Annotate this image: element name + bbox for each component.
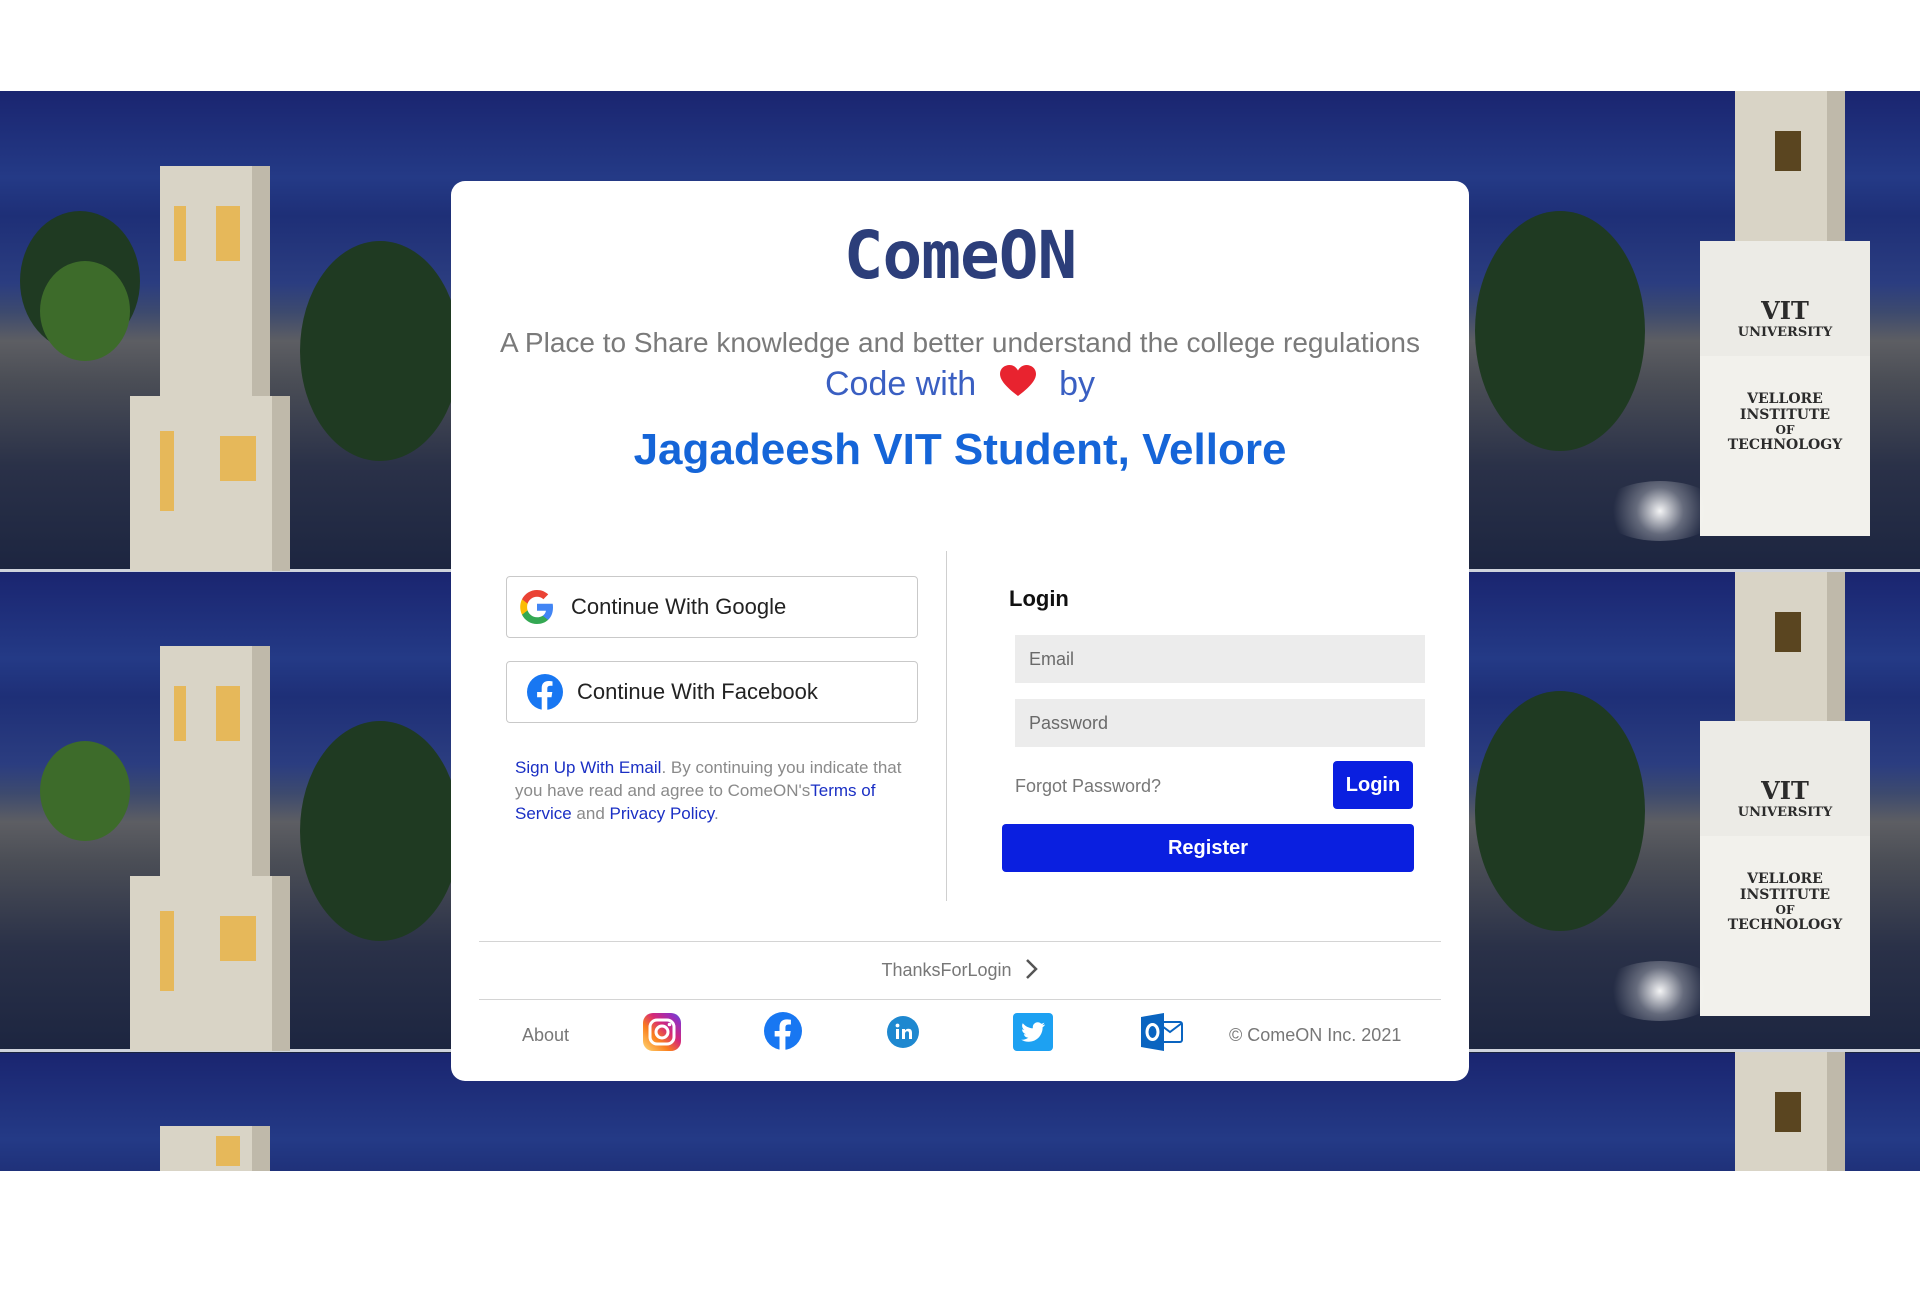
footer-divider: [479, 999, 1441, 1000]
google-login-label: Continue With Google: [571, 594, 787, 619]
heart-icon: [999, 365, 1036, 406]
google-login-button[interactable]: Continue With Google: [506, 576, 918, 638]
author-name: Jagadeesh VIT Student, Vellore: [633, 425, 1287, 474]
copyright-text: © ComeON Inc. 2021: [1229, 1025, 1402, 1045]
tree: [40, 261, 130, 361]
column-divider: [946, 551, 947, 901]
vit-plaque: VELLORE INSTITUTE OF TECHNOLOGY: [1700, 356, 1870, 536]
password-field[interactable]: [1015, 699, 1425, 747]
code-with-line: Code with by: [451, 365, 1469, 406]
instagram-icon[interactable]: [642, 1012, 682, 1052]
privacy-link[interactable]: Privacy Policy: [610, 804, 715, 823]
legal-notice: Sign Up With Email. By continuing you in…: [515, 756, 915, 825]
login-heading: Login: [1009, 586, 1069, 611]
facebook-icon: [527, 674, 563, 710]
legal-text: and: [571, 804, 610, 823]
legal-text: .: [714, 804, 719, 823]
thanks-for-login-link[interactable]: ThanksForLogin: [451, 958, 1469, 985]
facebook-icon[interactable]: [764, 1012, 802, 1050]
google-icon: [517, 587, 557, 627]
facebook-login-label: Continue With Facebook: [577, 679, 818, 704]
code-with-text: Code with: [824, 365, 977, 403]
brand-logo: ComeON: [843, 217, 1077, 294]
footer-divider: [479, 941, 1441, 942]
gate-tower-left-3: [160, 1126, 270, 1171]
thanks-label: ThanksForLogin: [881, 960, 1012, 980]
vit-plaque-2: VELLORE INSTITUTE OF TECHNOLOGY: [1700, 836, 1870, 1016]
gate-tower-left: [160, 166, 270, 406]
about-link[interactable]: About: [522, 1025, 569, 1046]
login-card: ComeON A Place to Share knowledge and be…: [451, 181, 1469, 1081]
login-button[interactable]: Login: [1333, 761, 1413, 809]
email-field[interactable]: [1015, 635, 1425, 683]
register-button[interactable]: Register: [1002, 824, 1414, 872]
facebook-login-button[interactable]: Continue With Facebook: [506, 661, 918, 723]
gate-tower-right-3: [1735, 1052, 1845, 1171]
light-glow: [1600, 481, 1720, 541]
tree: [1475, 211, 1645, 451]
by-text: by: [1059, 365, 1096, 403]
gate-base-left: [130, 396, 290, 571]
linkedin-icon[interactable]: [887, 1016, 919, 1048]
tree: [300, 241, 460, 461]
forgot-password-link[interactable]: Forgot Password?: [1015, 776, 1161, 797]
signup-email-link[interactable]: Sign Up With Email: [515, 758, 661, 777]
tree: [1475, 691, 1645, 931]
tree: [40, 741, 130, 841]
gate-tower-left-2: [160, 646, 270, 886]
twitter-icon[interactable]: [1012, 1012, 1054, 1052]
tagline: A Place to Share knowledge and better un…: [500, 327, 1420, 358]
tree: [300, 721, 460, 941]
chevron-right-icon: [1025, 958, 1039, 985]
outlook-icon[interactable]: [1140, 1012, 1184, 1052]
light-glow: [1600, 961, 1720, 1021]
gate-base-left-2: [130, 876, 290, 1051]
